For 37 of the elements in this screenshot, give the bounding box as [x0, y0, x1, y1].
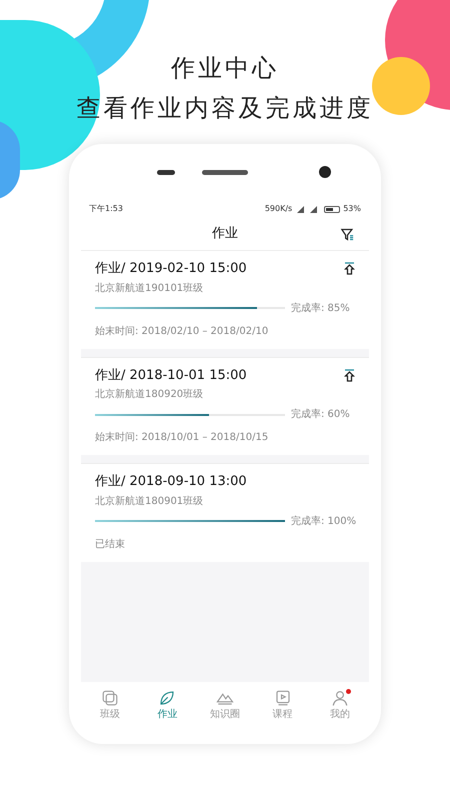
- headline: 作业中心: [171, 53, 279, 84]
- date-range: 始末时间: 2018/02/10 – 2018/02/10: [95, 324, 270, 338]
- class-name: 北京新航道180901班级: [95, 494, 204, 508]
- network-speed: 590K/s: [264, 203, 292, 215]
- upload-icon[interactable]: [344, 368, 355, 382]
- phone-sensor: [157, 170, 175, 174]
- chat-window-icon: [100, 688, 119, 706]
- nav-tab[interactable]: 知识圈: [200, 688, 250, 722]
- class-name: 北京新航道190101班级: [95, 282, 204, 296]
- class-name: 北京新航道180920班级: [95, 388, 204, 402]
- status-time: 下午1:53: [89, 203, 123, 215]
- assignment-card[interactable]: 作业/ 2018-10-01 15:00 北京新航道180920班级 完成率: 60% 始末时间: 2018/10/01 – 2018/10/15: [81, 356, 369, 455]
- completion-rate: 完成率: 60%: [291, 408, 351, 422]
- completion-rate: 完成率: 100%: [291, 514, 355, 528]
- assignment-card[interactable]: 作业/ 2018-09-10 13:00 北京新航道180901班级 完成率: 100% 已结束: [81, 463, 369, 562]
- filter-icon[interactable]: [340, 226, 355, 242]
- upload-icon[interactable]: [344, 262, 355, 276]
- assignment-card[interactable]: 作业/ 2019-02-10 15:00 北京新航道190101班级 完成率: 85% 始末时间: 2018/02/10 – 2018/02/10: [81, 250, 369, 348]
- nav-tab[interactable]: 我的: [315, 688, 366, 722]
- assignment-title: 作业/ 2018-10-01 15:00: [95, 366, 247, 384]
- phone-camera: [319, 166, 331, 178]
- leaf-icon: [158, 688, 176, 706]
- phone-speaker: [202, 170, 248, 174]
- assignment-title: 作业/ 2018-09-10 13:00: [95, 473, 247, 491]
- nav-tab[interactable]: 课程: [258, 688, 308, 722]
- person-icon: [331, 688, 350, 706]
- play-screen-icon: [274, 688, 292, 706]
- battery-icon: [324, 206, 340, 212]
- assignment-title: 作业/ 2019-02-10 15:00: [95, 260, 247, 278]
- nav-tab[interactable]: 作业: [142, 688, 192, 722]
- nav-tab[interactable]: 班级: [84, 688, 135, 722]
- subheadline: 查看作业内容及完成进度: [76, 93, 374, 124]
- page-title: 作业: [212, 225, 238, 244]
- battery-percent: 53%: [343, 203, 361, 215]
- date-range: 已结束: [95, 538, 126, 552]
- completion-rate: 完成率: 85%: [291, 302, 351, 316]
- date-range: 始末时间: 2018/10/01 – 2018/10/15: [95, 430, 270, 445]
